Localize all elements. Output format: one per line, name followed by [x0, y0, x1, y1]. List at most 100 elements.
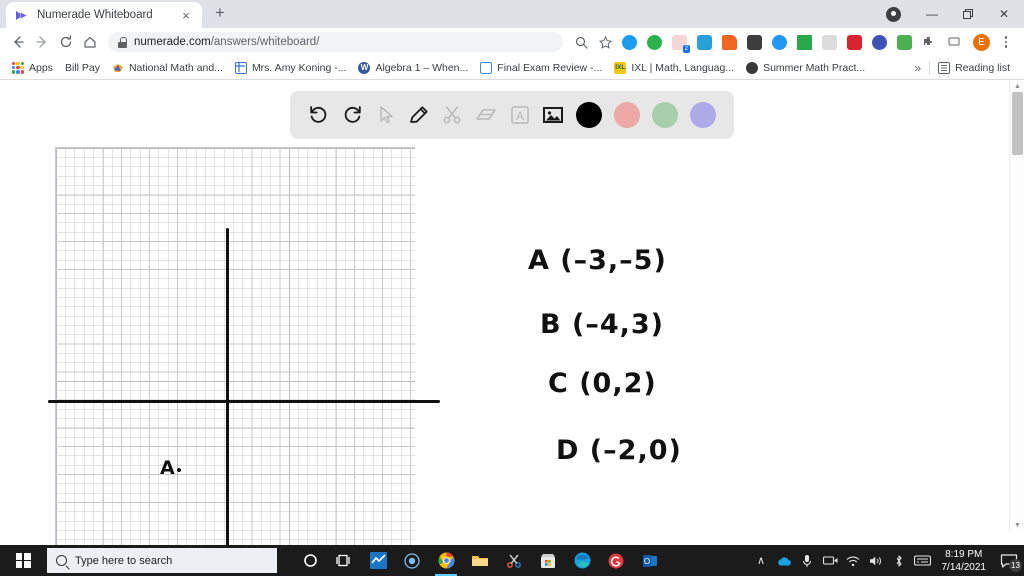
- color-swatch-periwinkle[interactable]: [690, 102, 716, 128]
- extension-icon-6[interactable]: [747, 34, 762, 50]
- webcam-icon[interactable]: [819, 545, 842, 576]
- answer-c: C (0,2): [548, 368, 657, 399]
- cast-screen-icon[interactable]: [947, 35, 962, 50]
- bookmark-algebra-1[interactable]: W Algebra 1 – When...: [352, 58, 474, 78]
- browser-toolbar: numerade.com/answers/whiteboard/ 2 E: [0, 28, 1024, 56]
- task-view-icon[interactable]: [327, 545, 361, 576]
- bookmark-bill-pay[interactable]: Bill Pay: [59, 58, 106, 78]
- grammarly-icon[interactable]: [599, 545, 633, 576]
- svg-text:A: A: [516, 109, 524, 123]
- microsoft-store-icon[interactable]: [531, 545, 565, 576]
- extension-icon-1[interactable]: [622, 34, 637, 50]
- bookmarks-overflow-button[interactable]: »: [906, 61, 929, 75]
- taskbar-clock[interactable]: 8:19 PM 7/14/2021: [934, 548, 995, 574]
- microphone-icon[interactable]: [796, 545, 819, 576]
- color-swatch-sage-green[interactable]: [652, 102, 678, 128]
- extension-icon-5[interactable]: [722, 34, 737, 50]
- taskbar-search-input[interactable]: Type here to search: [47, 548, 277, 573]
- numerade-logo-icon: [14, 8, 29, 23]
- back-button[interactable]: [6, 30, 30, 54]
- ixl-icon: IXL: [614, 61, 627, 74]
- point-a-letter: A: [160, 457, 175, 479]
- outlook-icon[interactable]: O: [633, 545, 667, 576]
- lock-icon: [118, 36, 127, 48]
- notification-center-button[interactable]: 13: [994, 545, 1024, 576]
- snipping-tool-icon[interactable]: [497, 545, 531, 576]
- wifi-icon[interactable]: [842, 545, 865, 576]
- extension-icon-8[interactable]: [822, 34, 837, 50]
- search-icon[interactable]: [569, 30, 593, 54]
- scroll-up-icon[interactable]: ▲: [1010, 80, 1024, 92]
- extension-icon-4[interactable]: [697, 34, 712, 50]
- bookmark-national-math[interactable]: National Math and...: [106, 58, 229, 78]
- kebab-menu-icon[interactable]: [996, 36, 1016, 48]
- scissors-icon[interactable]: [436, 97, 470, 133]
- scroll-down-icon[interactable]: ▼: [1010, 519, 1024, 531]
- volume-icon[interactable]: [865, 545, 888, 576]
- eraser-icon[interactable]: [470, 97, 504, 133]
- reload-button[interactable]: [54, 30, 78, 54]
- select-cursor-icon[interactable]: [369, 97, 403, 133]
- close-tab-icon[interactable]: ×: [178, 7, 194, 23]
- recorder-icon[interactable]: [395, 545, 429, 576]
- y-axis-drawing: [226, 228, 229, 546]
- cortana-icon[interactable]: [293, 545, 327, 576]
- search-icon: [56, 555, 67, 566]
- notification-count-badge: 13: [1009, 559, 1022, 572]
- browser-tab[interactable]: Numerade Whiteboard ×: [6, 2, 202, 28]
- table-blue-icon: [234, 61, 247, 74]
- pencil-icon[interactable]: [403, 97, 437, 133]
- bookmark-final-exam-review[interactable]: Final Exam Review -...: [474, 58, 608, 78]
- edge-icon[interactable]: [565, 545, 599, 576]
- home-button[interactable]: [78, 30, 102, 54]
- color-swatch-salmon[interactable]: [614, 102, 640, 128]
- graph-paper-canvas[interactable]: [55, 147, 415, 546]
- image-tool-icon[interactable]: [537, 97, 571, 133]
- close-window-button[interactable]: ✕: [986, 0, 1022, 28]
- keyboard-icon[interactable]: [911, 545, 934, 576]
- adobe-acrobat-icon[interactable]: [847, 34, 862, 50]
- answer-d: D (–2,0): [556, 435, 682, 466]
- bookmark-apps[interactable]: Apps: [6, 58, 59, 78]
- color-swatch-black[interactable]: [576, 102, 602, 128]
- answer-b: B (–4,3): [540, 309, 664, 340]
- extension-icon-3[interactable]: 2: [672, 34, 690, 53]
- bookmark-summer-math-practice[interactable]: Summer Math Pract...: [740, 58, 871, 78]
- cast-icon[interactable]: [797, 34, 812, 50]
- onedrive-icon[interactable]: [773, 545, 796, 576]
- redo-icon[interactable]: [336, 97, 370, 133]
- text-tool-icon[interactable]: A: [503, 97, 537, 133]
- chevron-up-icon[interactable]: ∧: [750, 545, 773, 576]
- stocks-app-icon[interactable]: [361, 545, 395, 576]
- star-icon[interactable]: [593, 30, 617, 54]
- extension-icon-2[interactable]: [647, 34, 662, 50]
- plotted-point-a-label: A: [160, 457, 181, 479]
- vertical-scrollbar[interactable]: ▲ ▼: [1009, 80, 1024, 531]
- minimize-button[interactable]: —: [914, 0, 950, 28]
- extension-icon-9[interactable]: [872, 34, 887, 50]
- vertical-scrollbar-thumb[interactable]: [1012, 92, 1023, 155]
- profile-avatar[interactable]: E: [973, 33, 990, 51]
- maximize-button[interactable]: [950, 0, 986, 28]
- taskbar-pinned-apps: O: [293, 545, 667, 576]
- url-host: numerade.com: [134, 36, 211, 48]
- extension-icon-10[interactable]: [897, 34, 912, 50]
- svg-text:O: O: [644, 557, 650, 566]
- puzzle-extensions-icon[interactable]: [922, 35, 937, 50]
- extension-icon-7[interactable]: [772, 34, 787, 50]
- file-explorer-icon[interactable]: [463, 545, 497, 576]
- forward-button[interactable]: [30, 30, 54, 54]
- bookmark-mrs-amy-koning[interactable]: Mrs. Amy Koning -...: [229, 58, 353, 78]
- new-tab-button[interactable]: +: [206, 0, 234, 28]
- bookmark-label: Final Exam Review -...: [497, 61, 603, 74]
- dark-circle-icon: [746, 61, 759, 74]
- bookmark-ixl[interactable]: IXL IXL | Math, Languag...: [608, 58, 740, 78]
- undo-icon[interactable]: [302, 97, 336, 133]
- start-button[interactable]: [0, 545, 46, 576]
- profile-avatar-icon[interactable]: [880, 1, 906, 27]
- address-bar[interactable]: numerade.com/answers/whiteboard/: [108, 32, 563, 52]
- reading-list-button[interactable]: Reading list: [930, 61, 1018, 74]
- bluetooth-icon[interactable]: [888, 545, 911, 576]
- chrome-icon[interactable]: [429, 545, 463, 576]
- whiteboard-toolbar: A: [290, 91, 734, 139]
